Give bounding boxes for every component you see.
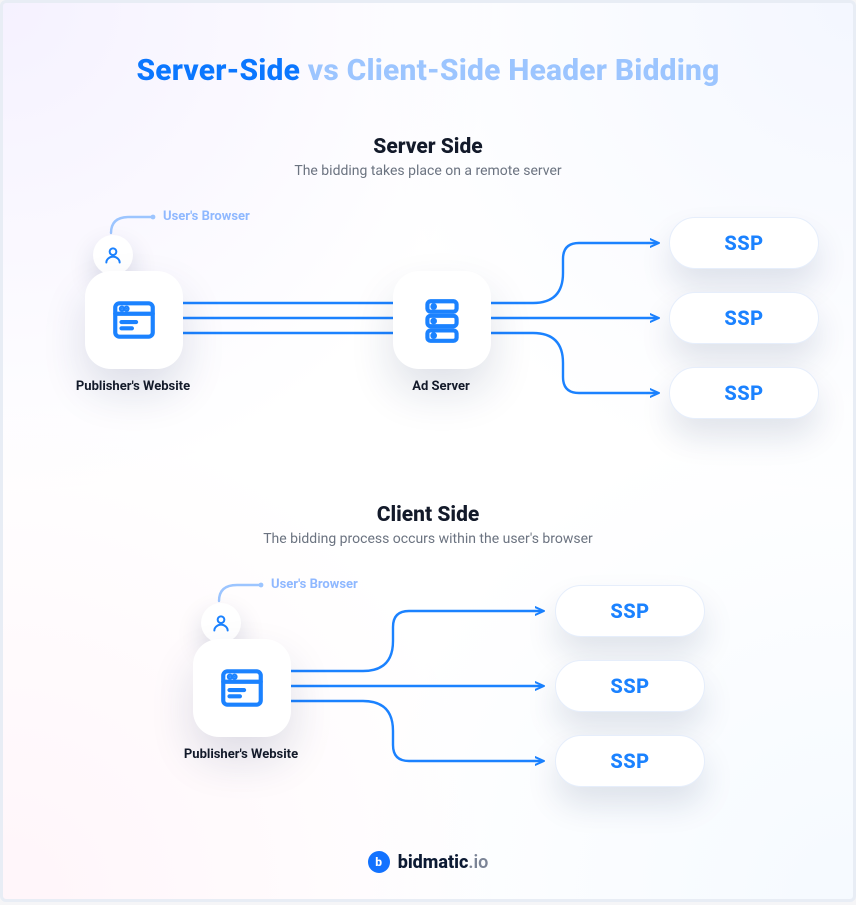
client-ssp-2: SSP (555, 660, 705, 712)
server-adserver-label: Ad Server (341, 379, 541, 394)
server-ssp-2: SSP (669, 292, 819, 344)
server-icon (417, 295, 467, 345)
server-publisher-card (85, 271, 183, 369)
client-publisher-label: Publisher's Website (141, 747, 341, 762)
section-client-heading: Client Side The bidding process occurs w… (3, 503, 853, 547)
user-icon (93, 235, 133, 275)
user-icon (201, 603, 241, 643)
brand-footer: b bidmatic.io (3, 851, 853, 873)
server-subtitle: The bidding takes place on a remote serv… (3, 163, 853, 179)
client-ssp-3: SSP (555, 735, 705, 787)
client-subtitle: The bidding process occurs within the us… (3, 531, 853, 547)
browser-icon (217, 663, 267, 713)
server-title: Server Side (3, 135, 853, 159)
brand-tld: .io (468, 852, 488, 873)
title-soft: vs Client-Side Header Bidding (300, 53, 719, 88)
diagram-frame: { "title": { "part1": "Server-Side", "pa… (0, 0, 856, 902)
client-publisher-card (193, 639, 291, 737)
brand-logo-icon: b (368, 851, 390, 873)
brand-name: bidmatic (398, 852, 469, 873)
server-user-caption: User's Browser (163, 209, 250, 224)
client-user-caption: User's Browser (271, 577, 358, 592)
server-adserver-card (393, 271, 491, 369)
browser-icon (109, 295, 159, 345)
client-ssp-1: SSP (555, 585, 705, 637)
client-title: Client Side (3, 503, 853, 527)
server-ssp-3: SSP (669, 367, 819, 419)
title-accent: Server-Side (136, 53, 300, 88)
section-server-heading: Server Side The bidding takes place on a… (3, 135, 853, 179)
server-publisher-label: Publisher's Website (33, 379, 233, 394)
page-title: Server-Side vs Client-Side Header Biddin… (3, 53, 853, 88)
server-ssp-1: SSP (669, 217, 819, 269)
